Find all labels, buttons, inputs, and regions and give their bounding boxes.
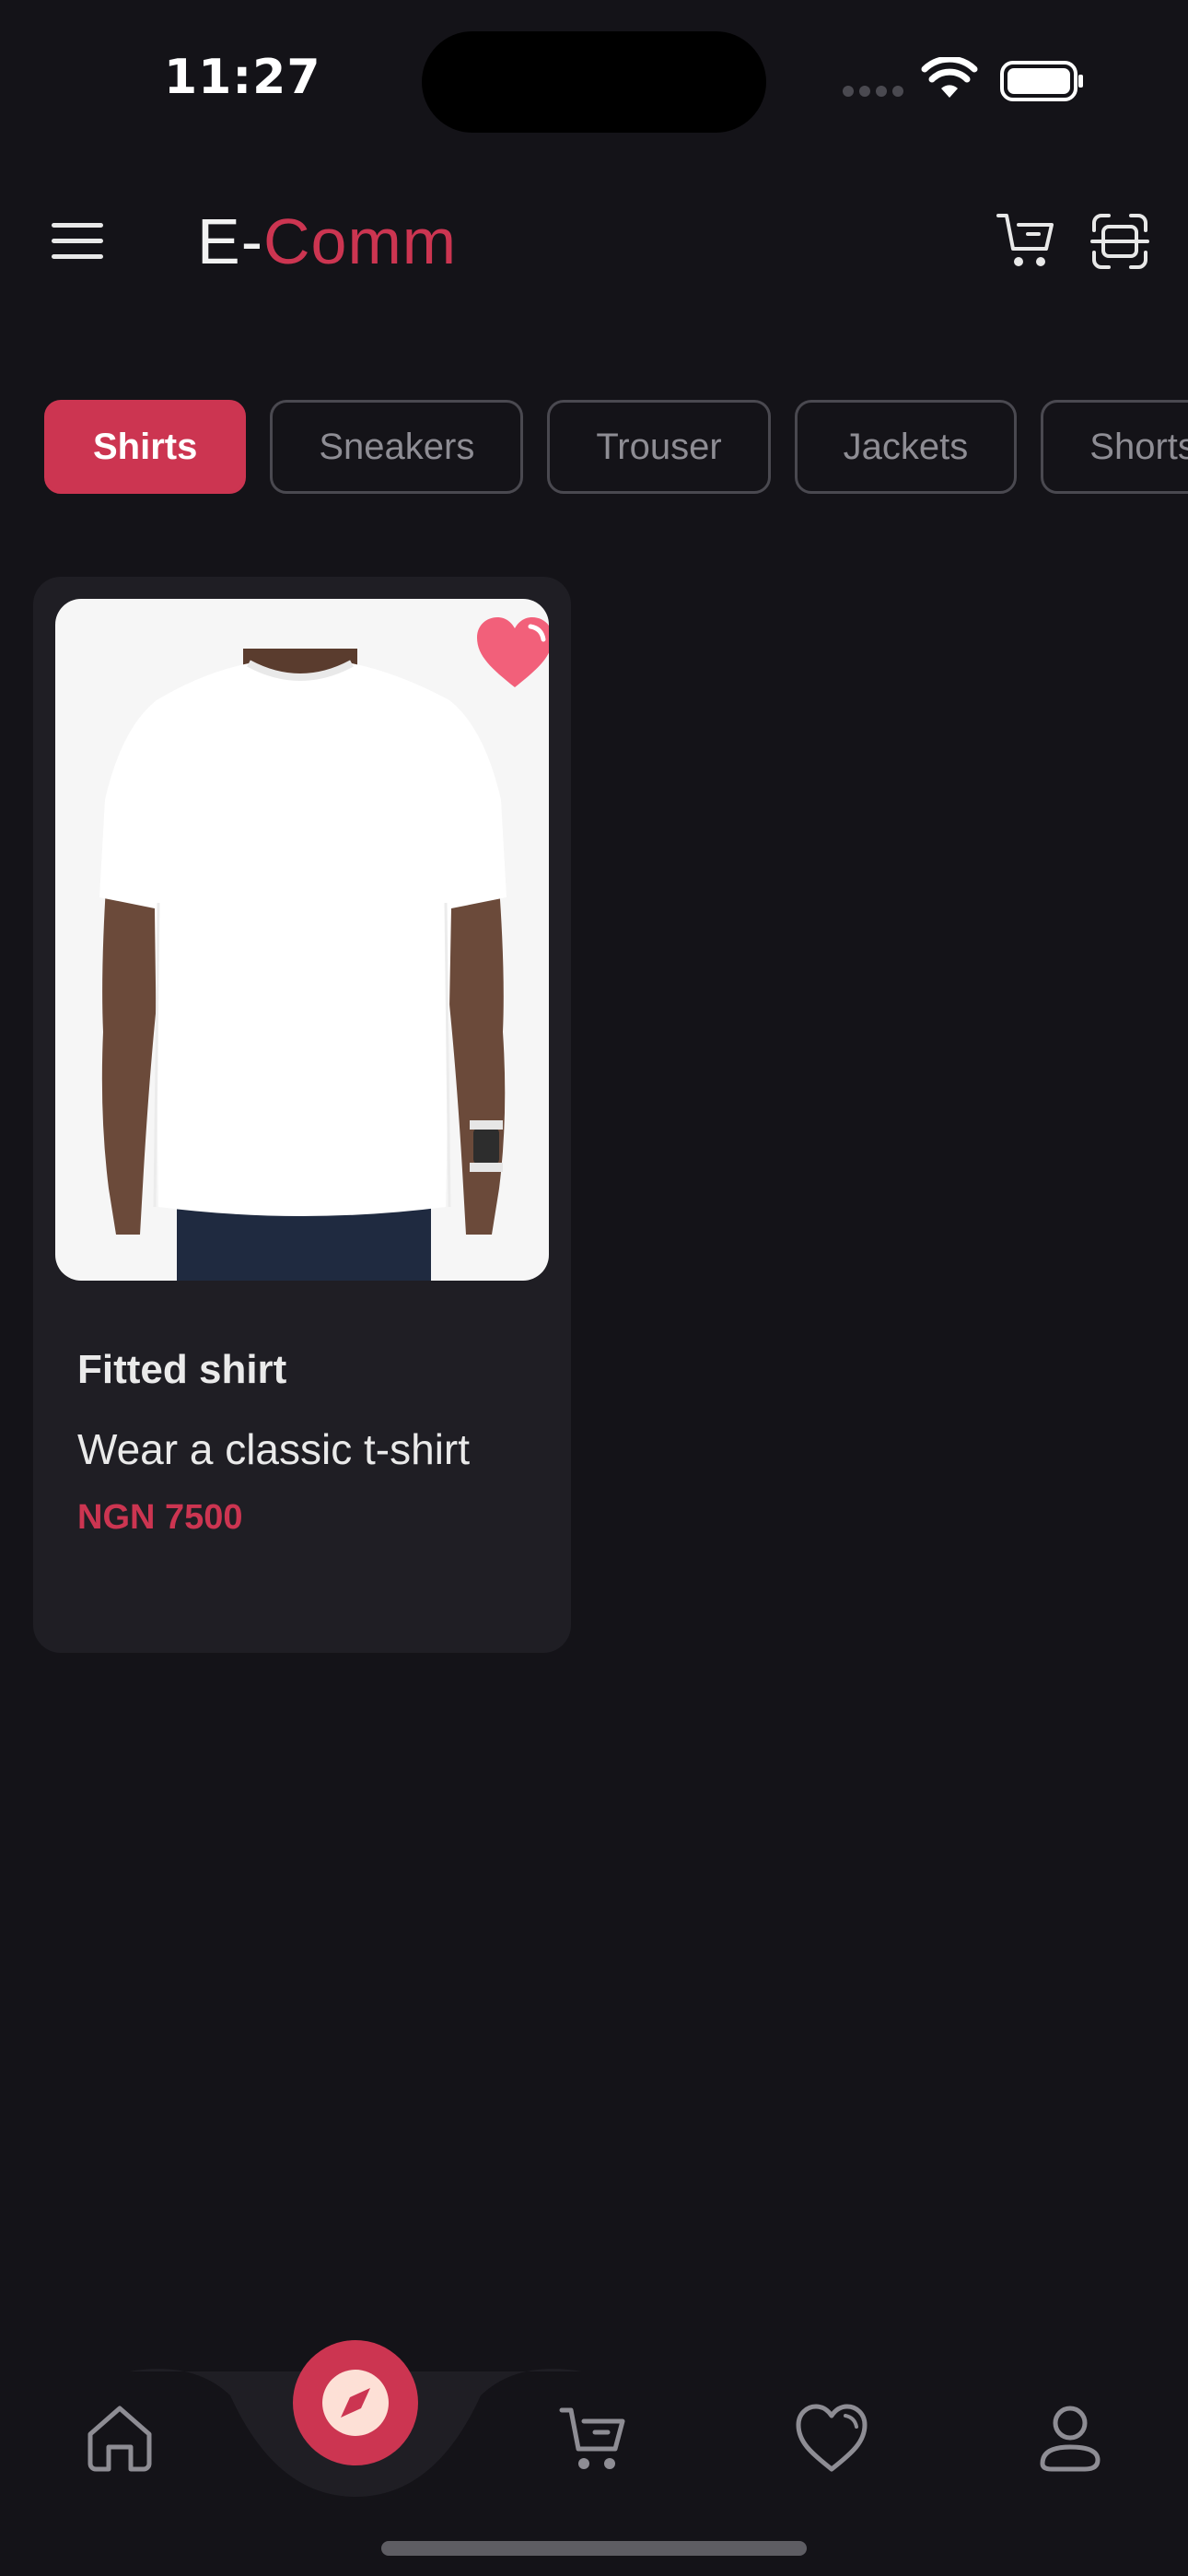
home-indicator[interactable] <box>381 2541 807 2556</box>
menu-icon[interactable] <box>52 221 103 262</box>
chip-jackets[interactable]: Jackets <box>794 400 1018 494</box>
status-time: 11:27 <box>164 50 321 105</box>
cellular-signal-icon <box>843 86 903 97</box>
battery-icon <box>1000 61 1083 101</box>
product-card[interactable]: Fitted shirt Wear a classic t-shirt NGN … <box>33 577 571 1653</box>
nav-explore-button[interactable] <box>293 2340 418 2465</box>
product-description: Wear a classic t-shirt <box>77 1425 471 1473</box>
favorite-heart-icon[interactable] <box>475 615 549 689</box>
chip-sneakers[interactable]: Sneakers <box>270 400 524 494</box>
tshirt-photo <box>99 649 507 1281</box>
category-chips: Shirts Sneakers Trouser Jackets Shorts <box>44 400 1188 494</box>
screen: 11:27 E-Comm Shirts Sneakers Trouser Jac… <box>0 0 1188 2576</box>
cart-nav-icon[interactable] <box>558 2403 628 2473</box>
chip-shirts[interactable]: Shirts <box>44 400 247 494</box>
scan-icon[interactable] <box>1090 214 1149 269</box>
chip-shorts[interactable]: Shorts <box>1041 400 1188 494</box>
app-logo: E-Comm <box>197 205 458 277</box>
product-name: Fitted shirt <box>77 1347 287 1392</box>
user-icon[interactable] <box>1035 2403 1105 2473</box>
home-icon[interactable] <box>85 2403 155 2473</box>
product-image <box>55 599 549 1281</box>
dynamic-island <box>422 31 766 133</box>
product-price: NGN 7500 <box>77 1498 243 1537</box>
compass-icon <box>322 2370 389 2436</box>
wifi-icon <box>921 57 978 98</box>
cart-icon[interactable] <box>996 210 1055 271</box>
chip-trouser[interactable]: Trouser <box>547 400 771 494</box>
heart-nav-icon[interactable] <box>796 2403 868 2473</box>
